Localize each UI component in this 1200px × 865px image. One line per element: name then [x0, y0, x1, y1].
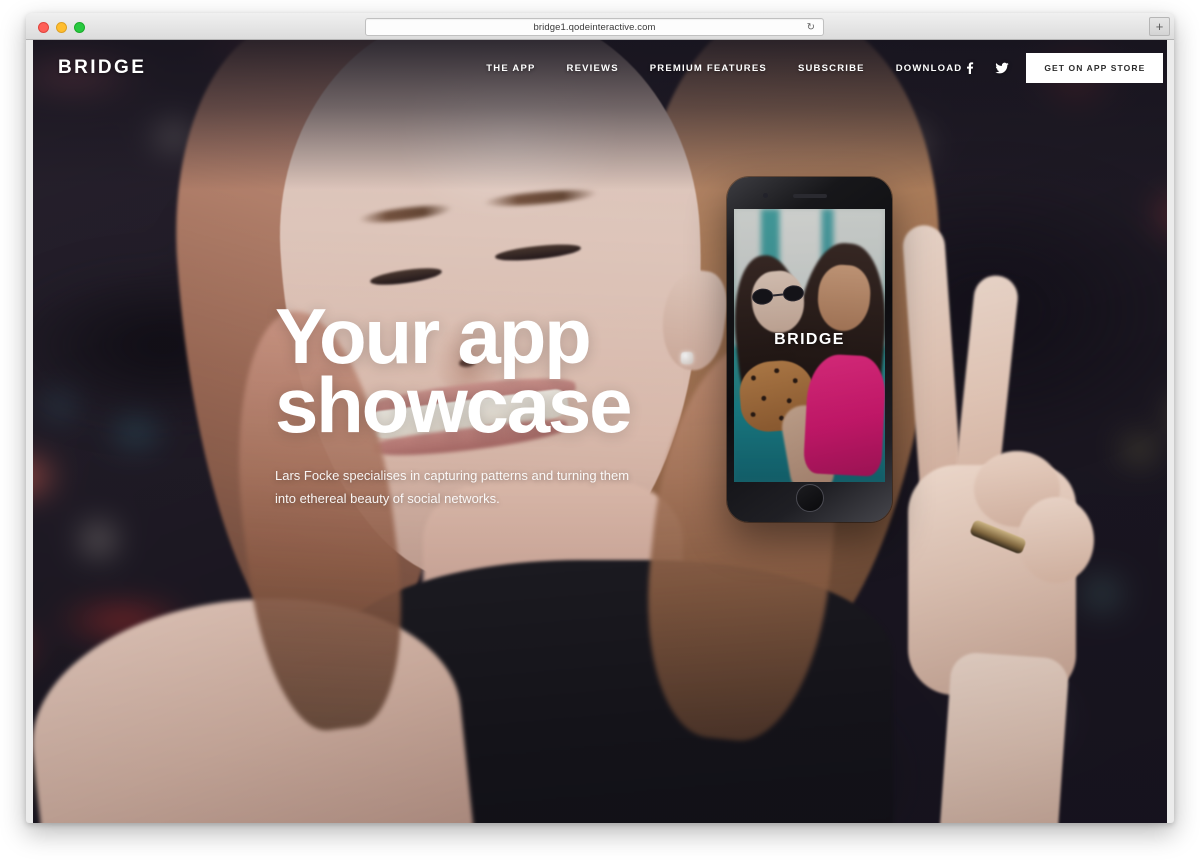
url-text: bridge1.qodeinteractive.com [533, 22, 656, 33]
twitter-icon[interactable] [994, 60, 1010, 76]
browser-window: bridge1.qodeinteractive.com ↻ + BRIDGE T… [26, 13, 1174, 823]
nav-item-reviews[interactable]: REVIEWS [567, 63, 619, 74]
phone-home-button[interactable] [795, 484, 824, 512]
window-controls[interactable] [38, 22, 85, 33]
peace-sign-hand [878, 223, 1138, 823]
facebook-icon[interactable] [962, 60, 978, 76]
hero-content: Your app showcase Lars Focke specialises… [275, 297, 695, 511]
phone-camera-icon [763, 193, 768, 198]
wrist [936, 651, 1070, 823]
nav-item-premium-features[interactable]: PREMIUM FEATURES [650, 63, 767, 74]
get-on-app-store-button[interactable]: GET ON APP STORE [1026, 53, 1164, 83]
reload-icon[interactable]: ↻ [807, 22, 815, 34]
close-window-button[interactable] [38, 22, 49, 33]
site-header: BRIDGE THE APP REVIEWS PREMIUM FEATURES … [33, 40, 1167, 96]
nav-item-the-app[interactable]: THE APP [486, 63, 535, 74]
maximize-window-button[interactable] [74, 22, 85, 33]
phone-screen-brand-label: BRIDGE [774, 331, 845, 348]
address-bar[interactable]: bridge1.qodeinteractive.com ↻ [365, 18, 824, 36]
browser-toolbar: bridge1.qodeinteractive.com ↻ + [26, 13, 1174, 40]
new-tab-button[interactable]: + [1149, 17, 1170, 36]
nav-item-subscribe[interactable]: SUBSCRIBE [798, 63, 865, 74]
page-viewport: BRIDGE THE APP REVIEWS PREMIUM FEATURES … [33, 40, 1167, 823]
phone-screen[interactable]: BRIDGE [734, 209, 885, 482]
site-logo[interactable]: BRIDGE [58, 57, 146, 79]
minimize-window-button[interactable] [56, 22, 67, 33]
knuckle-lower [1018, 497, 1094, 583]
main-navigation: THE APP REVIEWS PREMIUM FEATURES SUBSCRI… [486, 63, 962, 74]
hero-subtitle: Lars Focke specialises in capturing patt… [275, 468, 630, 506]
phone-speaker [792, 194, 827, 198]
nav-item-download[interactable]: DOWNLOAD [896, 63, 963, 74]
hero-title-line-2: showcase [275, 360, 632, 449]
phone-mockup: BRIDGE [727, 177, 892, 522]
header-right-group: GET ON APP STORE [962, 53, 1164, 83]
page-title: Your app showcase [275, 297, 695, 444]
